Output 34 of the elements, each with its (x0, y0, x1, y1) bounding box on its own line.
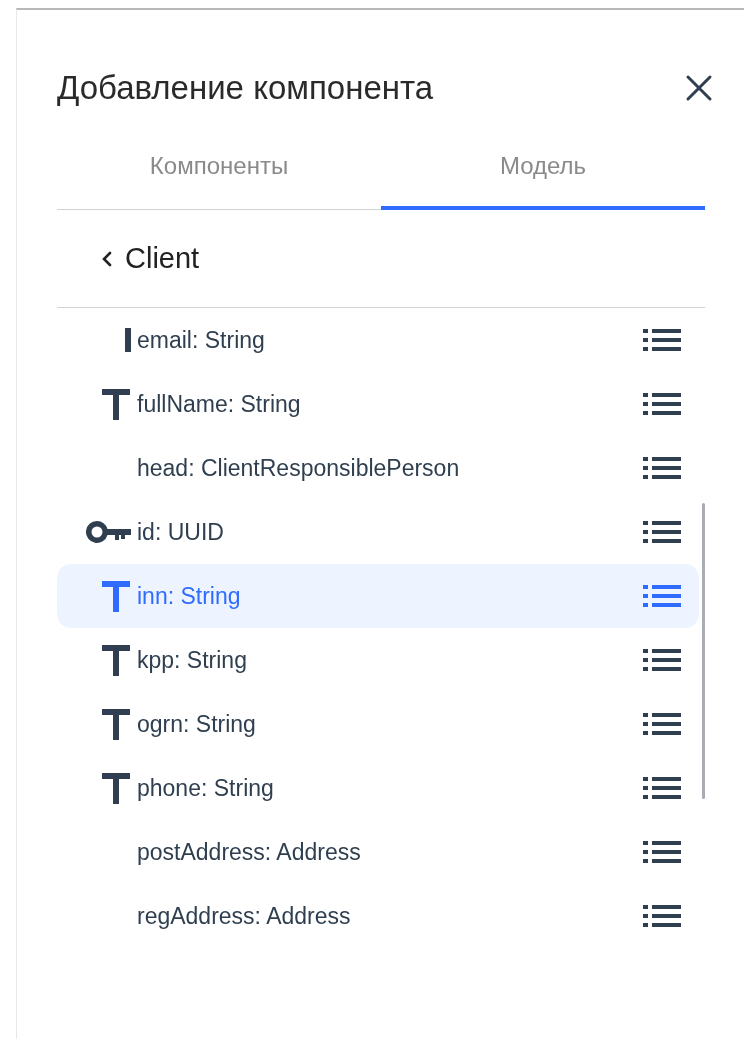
dialog-title: Добавление компонента (57, 69, 434, 107)
field-row[interactable]: id: UUID (57, 500, 699, 564)
field-row[interactable]: regAddress: Address (57, 884, 699, 948)
field-row[interactable]: inn: String (57, 564, 699, 628)
back-link[interactable]: Client (57, 242, 200, 275)
field-label: head: ClientResponsiblePerson (137, 454, 461, 482)
field-row[interactable]: postAddress: Address (57, 820, 699, 884)
list-icon[interactable] (643, 649, 681, 671)
close-icon[interactable] (685, 74, 713, 102)
list-icon[interactable] (643, 905, 681, 927)
field-label: inn: String (137, 582, 242, 610)
field-label: fullName: String (137, 390, 302, 418)
field-label: kpp: String (137, 646, 248, 674)
list-icon[interactable] (643, 393, 681, 415)
field-label: id: UUID (137, 518, 225, 546)
field-row[interactable]: fullName: String (57, 372, 699, 436)
field-label: phone: String (137, 774, 275, 802)
field-label: postAddress: Address (137, 838, 362, 866)
field-row[interactable]: phone: String (57, 756, 699, 820)
field-label: email: String (137, 326, 266, 354)
field-label: ogrn: String (137, 710, 257, 738)
list-icon[interactable] (643, 457, 681, 479)
field-row[interactable]: kpp: String (57, 628, 699, 692)
key-icon (85, 520, 131, 544)
list-icon[interactable] (643, 521, 681, 543)
field-row[interactable]: email: String (57, 308, 699, 372)
chevron-left-icon (101, 249, 113, 268)
field-label: regAddress: Address (137, 902, 352, 930)
list-icon[interactable] (643, 777, 681, 799)
list-icon[interactable] (643, 713, 681, 735)
field-row[interactable]: ogrn: String (57, 692, 699, 756)
list-icon[interactable] (643, 329, 681, 351)
list-icon[interactable] (643, 841, 681, 863)
field-row[interactable]: head: ClientResponsiblePerson (57, 436, 699, 500)
